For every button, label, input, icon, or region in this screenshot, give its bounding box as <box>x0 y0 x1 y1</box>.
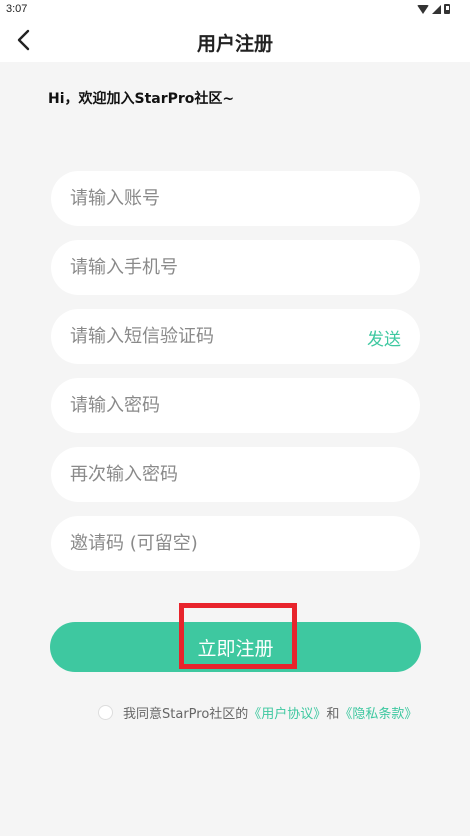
privacy-policy-link[interactable]: 《隐私条款》 <box>339 703 417 722</box>
signal-icon <box>432 4 441 14</box>
wifi-icon <box>417 4 429 14</box>
account-input[interactable] <box>70 171 350 226</box>
confirm-password-input[interactable] <box>70 447 350 502</box>
agreement: 我同意StarPro社区的 《用户协议》 和 《隐私条款》 <box>98 703 417 722</box>
welcome-text: Hi，欢迎加入StarPro社区~ <box>48 91 235 107</box>
password-field <box>51 378 420 433</box>
invite-code-field <box>51 516 420 571</box>
agreement-and: 和 <box>326 707 340 722</box>
status-icons <box>417 4 450 14</box>
sms-code-input[interactable] <box>70 309 350 364</box>
page-title: 用户注册 <box>196 33 273 55</box>
agree-checkbox[interactable] <box>98 705 113 720</box>
phone-field <box>51 240 420 295</box>
status-bar: 3:07 <box>0 0 470 20</box>
invite-code-input[interactable] <box>70 516 350 571</box>
battery-icon <box>444 4 450 14</box>
agreement-prefix: 我同意StarPro社区的 <box>123 707 249 722</box>
confirm-password-field <box>51 447 420 502</box>
header: 用户注册 <box>0 20 470 62</box>
sms-code-field: 发送 <box>51 309 420 364</box>
status-time: 3:07 <box>6 3 28 15</box>
user-agreement-link[interactable]: 《用户协议》 <box>248 703 326 722</box>
register-button[interactable]: 立即注册 <box>50 622 421 672</box>
send-code-button[interactable]: 发送 <box>367 325 401 350</box>
password-input[interactable] <box>70 378 350 433</box>
phone-input[interactable] <box>70 240 350 295</box>
account-field <box>51 171 420 226</box>
